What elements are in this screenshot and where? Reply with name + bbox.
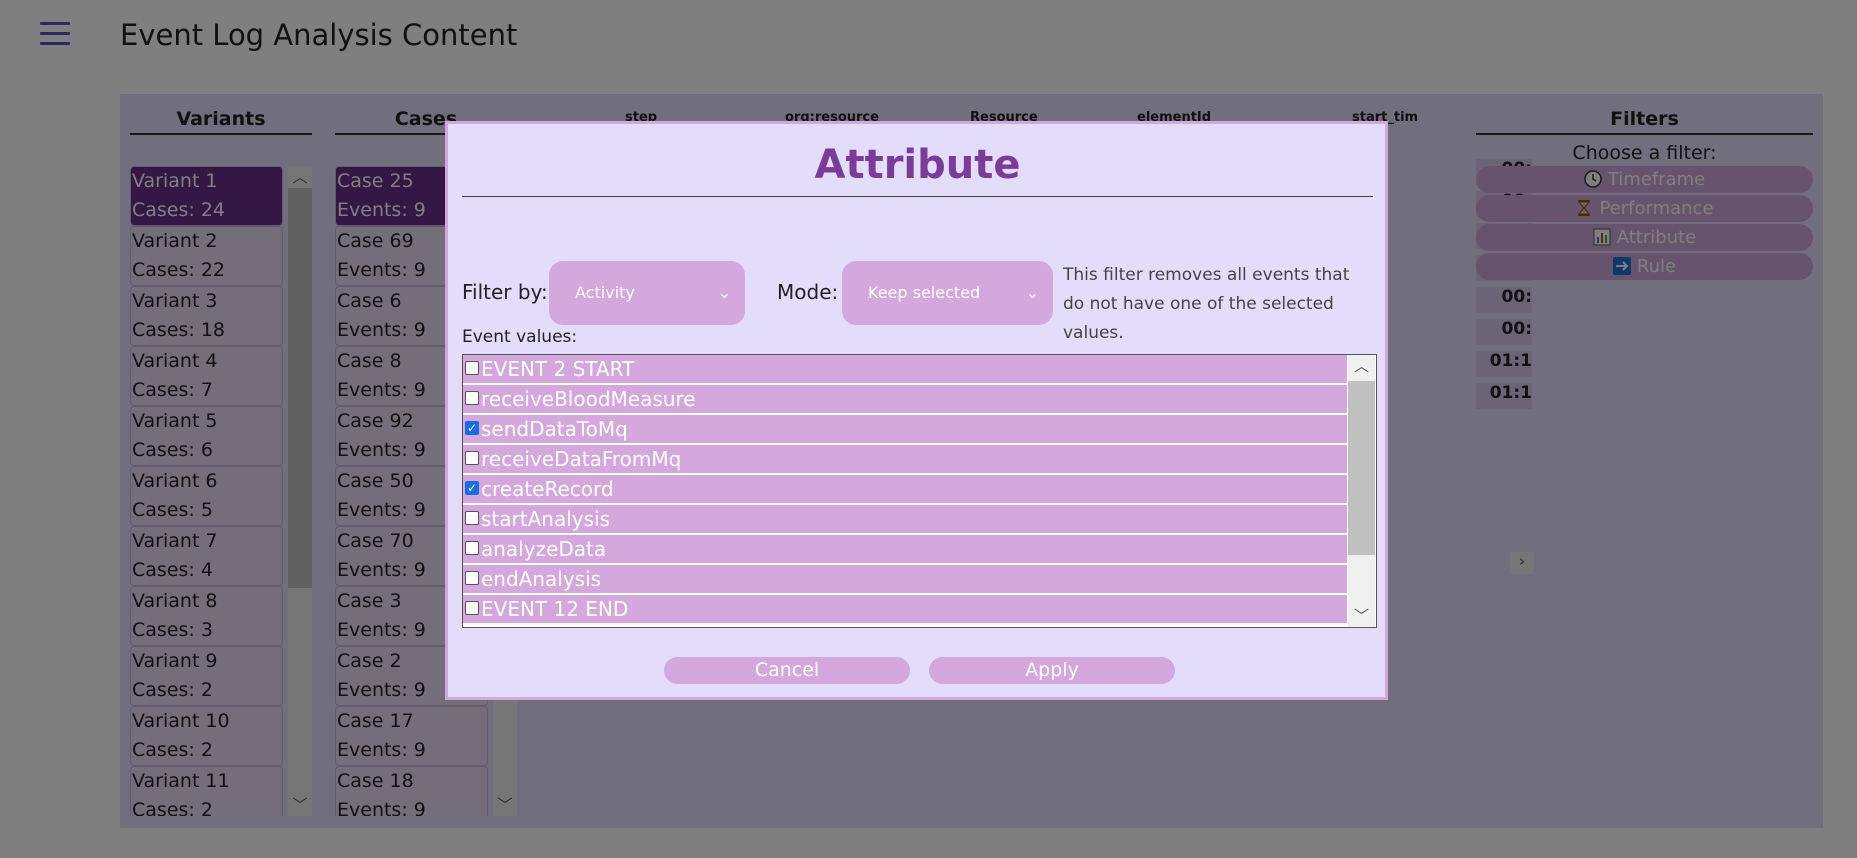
event-value-label: endAnalysis [481,567,602,591]
scroll-down-icon[interactable]: ﹀ [1348,605,1375,627]
event-value-label: receiveBloodMeasure [481,387,696,411]
event-value-label: analyzeData [481,537,607,561]
event-value-label: receiveDataFromMq [481,447,682,471]
event-value-label: startAnalysis [481,507,610,531]
event-value-row[interactable]: EVENT 12 END [463,595,1347,624]
event-value-label: createRecord [481,477,614,501]
event-value-row[interactable]: ✓ createRecord [463,475,1347,504]
event-value-checkbox[interactable] [465,451,479,465]
event-value-label: sendDataToMq [481,417,628,441]
divider [462,196,1373,197]
event-value-checkbox[interactable] [465,391,479,405]
chevron-down-icon: ⌄ [1025,283,1039,302]
mode-label: Mode: [777,280,839,304]
event-value-row[interactable]: ✓ sendDataToMq [463,415,1347,444]
event-value-label: EVENT 2 START [481,357,635,381]
apply-button[interactable]: Apply [929,657,1175,684]
chevron-down-icon: ⌄ [717,283,731,302]
event-value-row[interactable]: endAnalysis [463,565,1347,594]
attribute-filter-dialog: Attribute Filter by: Activity ⌄ Mode: Ke… [445,121,1388,700]
event-value-row[interactable]: receiveDataFromMq [463,445,1347,474]
event-value-row[interactable]: receiveBloodMeasure [463,385,1347,414]
filter-description: This filter removes all events that do n… [1063,265,1350,343]
mode-select[interactable]: Keep selected ⌄ [842,261,1053,325]
filter-by-label: Filter by: [462,280,548,304]
filter-by-select[interactable]: Activity ⌄ [549,261,745,325]
event-value-row[interactable]: startAnalysis [463,505,1347,534]
event-value-checkbox[interactable]: ✓ [465,421,479,435]
event-values-label: Event values: [462,327,578,347]
event-value-checkbox[interactable] [465,361,479,375]
event-value-row[interactable]: analyzeData [463,535,1347,564]
event-values-scrollbar[interactable]: ︿ ﹀ [1348,355,1375,627]
event-value-checkbox[interactable]: ✓ [465,481,479,495]
dialog-title: Attribute [814,142,1021,188]
event-value-checkbox[interactable] [465,601,479,615]
scroll-up-icon[interactable]: ︿ [1348,355,1375,377]
event-value-checkbox[interactable] [465,541,479,555]
event-values-list: EVENT 2 START receiveBloodMeasure ✓ sendDat… [462,354,1377,628]
event-value-checkbox[interactable] [465,511,479,525]
event-value-row[interactable]: EVENT 2 START [463,355,1347,384]
event-value-checkbox[interactable] [465,571,479,585]
event-value-label: EVENT 12 END [481,597,629,621]
cancel-button[interactable]: Cancel [664,657,910,684]
